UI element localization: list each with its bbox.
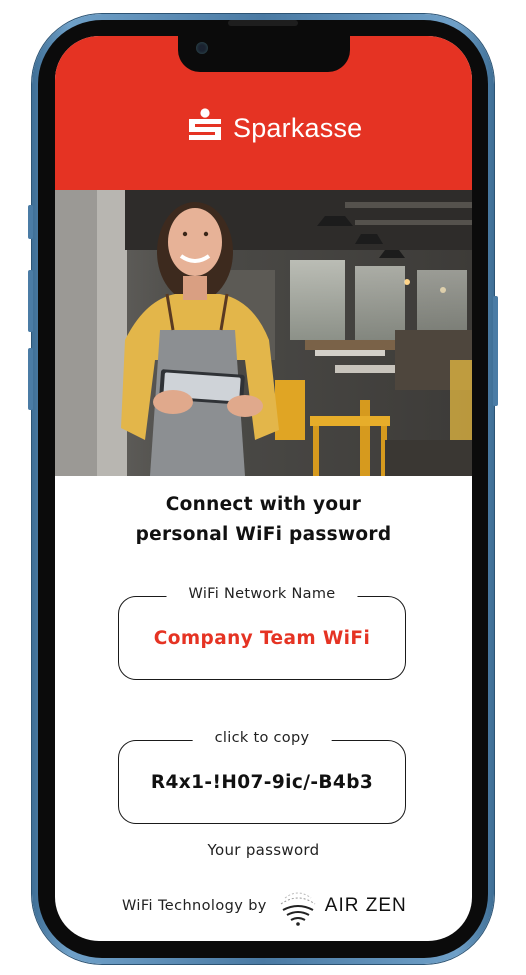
speaker-grille <box>228 20 298 26</box>
network-name-value: Company Team WiFi <box>153 627 371 649</box>
side-button-left-2 <box>28 270 33 332</box>
network-name-field[interactable]: WiFi Network Name Company Team WiFi <box>118 586 406 680</box>
footer-text: WiFi Technology by <box>122 898 267 914</box>
phone-screen: Sparkasse Connect with your personal WiF… <box>55 36 472 941</box>
headline-line-2: personal WiFi password <box>135 524 392 545</box>
brand-name: Sparkasse <box>233 112 363 143</box>
hero-photo <box>55 190 472 476</box>
password-copy-field[interactable]: click to copy R4x1-!H07-9ic/-B4b3 <box>118 730 406 824</box>
side-button-left-3 <box>28 348 33 410</box>
airzen-logo-icon <box>280 892 316 926</box>
airzen-name: AIR ZEN <box>324 895 407 916</box>
brand: Sparkasse <box>189 106 362 150</box>
sparkasse-logo-icon <box>189 108 221 140</box>
password-caption: Your password <box>207 841 320 859</box>
headline-line-1: Connect with your <box>165 494 362 515</box>
footer: WiFi Technology by AIR ZEN <box>122 884 407 928</box>
side-button-right <box>493 296 498 406</box>
front-camera-icon <box>196 42 208 54</box>
password-value[interactable]: R4x1-!H07-9ic/-B4b3 <box>119 741 405 823</box>
side-button-left-1 <box>28 205 33 239</box>
hero-image <box>55 190 472 476</box>
headline: Connect with your personal WiFi password <box>55 490 472 550</box>
